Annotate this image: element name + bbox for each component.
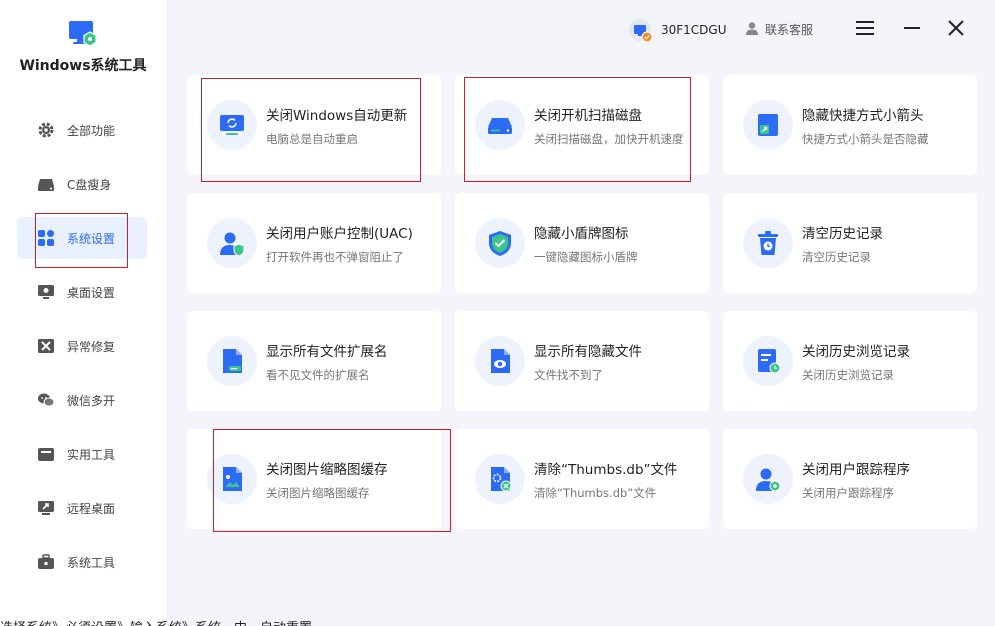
card-icon-bg xyxy=(743,218,793,268)
card-title: 关闭开机扫描磁盘 xyxy=(534,108,642,124)
sidebar-item-label: 系统工具 xyxy=(67,556,116,570)
card-hide-shield-icon[interactable]: 隐藏小盾牌图标 一键隐藏图标小盾牌 xyxy=(455,193,709,293)
sidebar-item-label: 实用工具 xyxy=(67,448,116,462)
sidebar-item-label: C盘瘦身 xyxy=(67,178,112,192)
toolbox-icon xyxy=(38,448,54,461)
sidebar-item-label: 微信多开 xyxy=(67,394,116,408)
card-hide-shortcut-arrow[interactable]: 隐藏快捷方式小箭头 快捷方式小箭头是否隐藏 xyxy=(723,75,977,175)
sidebar-item-label: 全部功能 xyxy=(67,124,116,138)
drive-icon xyxy=(38,179,54,191)
card-title: 关闭Windows自动更新 xyxy=(266,108,408,124)
support-icon[interactable] xyxy=(745,21,759,35)
card-title: 关闭图片缩略图缓存 xyxy=(266,462,388,478)
sidebar-item-wechat-multi[interactable]: 微信多开 xyxy=(17,379,147,421)
card-subtitle: 清空历史记录 xyxy=(802,250,871,264)
user-id[interactable]: 30F1CDGU xyxy=(661,23,727,37)
uac-icon xyxy=(220,232,245,257)
shield-icon xyxy=(489,231,511,256)
user-avatar-icon[interactable] xyxy=(628,18,654,44)
card-icon-bg xyxy=(207,336,257,386)
card-show-hidden-files[interactable]: 显示所有隐藏文件 文件找不到了 xyxy=(455,311,709,411)
sidebar-item-label: 系统设置 xyxy=(67,232,116,246)
sidebar-item-utilities[interactable]: 实用工具 xyxy=(17,433,147,475)
hidden-file-icon xyxy=(491,349,510,373)
sidebar-item-label: 远程桌面 xyxy=(67,502,116,516)
app-title: Windows系统工具 xyxy=(19,58,147,74)
card-icon-bg xyxy=(475,218,525,268)
card-icon-bg xyxy=(207,218,257,268)
card-icon-bg xyxy=(475,100,525,150)
card-disable-boot-disk-scan[interactable]: 关闭开机扫描磁盘 关闭扫描磁盘，加快开机速度 xyxy=(455,75,709,175)
card-title: 关闭历史浏览记录 xyxy=(802,344,910,360)
card-show-file-extensions[interactable]: 显示所有文件扩展名 看不见文件的扩展名 xyxy=(187,311,441,411)
wechat-icon xyxy=(38,393,55,407)
user-track-icon xyxy=(756,468,781,492)
card-subtitle: 打开软件再也不弹窗阻止了 xyxy=(266,250,404,264)
card-subtitle: 一键隐藏图标小盾牌 xyxy=(534,250,638,264)
card-title: 显示所有隐藏文件 xyxy=(534,344,642,360)
card-icon-bg xyxy=(475,336,525,386)
card-subtitle: 看不见文件的扩展名 xyxy=(266,368,370,382)
card-disable-user-tracking[interactable]: 关闭用户跟踪程序 关闭用户跟踪程序 xyxy=(723,429,977,529)
card-subtitle: 关闭扫描磁盘，加快开机速度 xyxy=(534,132,684,146)
card-disable-windows-update[interactable]: 关闭Windows自动更新 电脑总是自动重启 xyxy=(187,75,441,175)
card-clear-thumbs-db[interactable]: 清除“Thumbs.db”文件 清除“Thumbs.db”文件 xyxy=(455,429,709,529)
monitor-icon xyxy=(38,285,54,299)
card-title: 清空历史记录 xyxy=(802,226,883,242)
tools-icon xyxy=(38,339,54,353)
sidebar: Windows系统工具 全部功能 C盘瘦身 系统设置 桌面设置 异常修复 微信多… xyxy=(0,0,166,626)
card-title: 关闭用户跟踪程序 xyxy=(802,462,910,478)
thumbs-db-icon xyxy=(491,467,512,492)
card-title: 清除“Thumbs.db”文件 xyxy=(534,462,678,478)
card-disable-browse-history[interactable]: 关闭历史浏览记录 关闭历史浏览记录 xyxy=(723,311,977,411)
sidebar-item-label: 异常修复 xyxy=(67,340,116,354)
sidebar-item-repair[interactable]: 异常修复 xyxy=(17,325,147,367)
card-disable-thumbnail-cache[interactable]: 关闭图片缩略图缓存 关闭图片缩略图缓存 xyxy=(187,429,441,529)
card-clear-history[interactable]: 清空历史记录 清空历史记录 xyxy=(723,193,977,293)
sidebar-item-c-drive[interactable]: C盘瘦身 xyxy=(17,163,147,205)
file-ext-icon xyxy=(223,349,242,373)
update-icon xyxy=(220,115,244,135)
card-subtitle: 电脑总是自动重启 xyxy=(266,132,358,146)
card-icon-bg xyxy=(207,454,257,504)
app-logo-icon xyxy=(69,21,97,47)
menu-icon[interactable] xyxy=(854,17,876,39)
sidebar-item-system-tools[interactable]: 系统工具 xyxy=(17,541,147,583)
remote-icon xyxy=(38,501,54,515)
card-subtitle: 关闭用户跟踪程序 xyxy=(802,486,894,500)
card-subtitle: 快捷方式小箭头是否隐藏 xyxy=(802,132,929,146)
disk-icon xyxy=(488,118,512,134)
close-icon[interactable] xyxy=(945,17,967,39)
card-subtitle: 关闭图片缩略图缓存 xyxy=(266,486,370,500)
card-subtitle: 清除“Thumbs.db”文件 xyxy=(534,486,657,500)
card-title: 显示所有文件扩展名 xyxy=(266,344,388,360)
grid-icon xyxy=(38,230,54,246)
image-cache-icon xyxy=(223,467,242,491)
card-title: 关闭用户账户控制(UAC) xyxy=(266,226,413,242)
bottom-caption-fragment: 选择系统》必须设置》输入系统》系统，中，自动重置 xyxy=(0,612,995,626)
gear-icon xyxy=(38,122,54,138)
sidebar-item-all-features[interactable]: 全部功能 xyxy=(17,109,147,151)
card-subtitle: 文件找不到了 xyxy=(534,368,603,382)
card-icon-bg xyxy=(743,336,793,386)
card-subtitle: 关闭历史浏览记录 xyxy=(802,368,894,382)
card-title: 隐藏小盾牌图标 xyxy=(534,226,629,242)
card-icon-bg xyxy=(475,454,525,504)
trash-icon xyxy=(758,231,778,255)
card-icon-bg xyxy=(743,454,793,504)
sidebar-item-remote-desktop[interactable]: 远程桌面 xyxy=(17,487,147,529)
card-icon-bg xyxy=(207,100,257,150)
shortcut-icon xyxy=(758,114,778,136)
sidebar-item-desktop-settings[interactable]: 桌面设置 xyxy=(17,271,147,313)
history-icon xyxy=(758,349,781,374)
sidebar-item-system-settings[interactable]: 系统设置 xyxy=(17,217,147,259)
card-title: 隐藏快捷方式小箭头 xyxy=(802,108,924,124)
card-disable-uac[interactable]: 关闭用户账户控制(UAC) 打开软件再也不弹窗阻止了 xyxy=(187,193,441,293)
sidebar-item-label: 桌面设置 xyxy=(67,286,116,300)
card-icon-bg xyxy=(743,100,793,150)
briefcase-icon xyxy=(38,554,54,569)
minimize-icon[interactable] xyxy=(901,17,923,39)
support-link[interactable]: 联系客服 xyxy=(765,21,813,38)
